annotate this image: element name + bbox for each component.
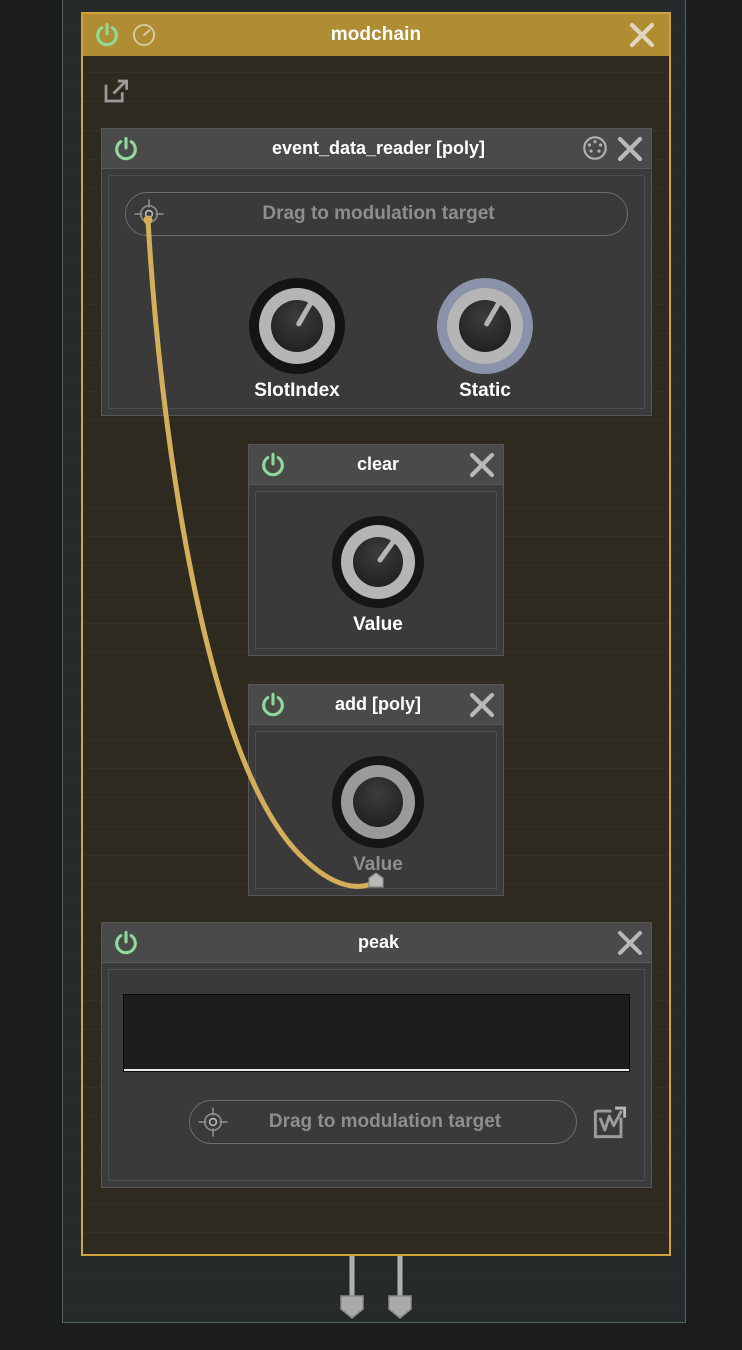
midi-din-icon[interactable] [581, 134, 611, 164]
module-body: Value [255, 731, 497, 889]
close-icon[interactable] [467, 450, 497, 480]
module-header: peak [102, 923, 651, 963]
knob-label: Value [353, 854, 403, 875]
module-header: event_data_reader [poly] [102, 129, 651, 169]
module-header: clear [249, 445, 503, 485]
module-header: add [poly] [249, 685, 503, 725]
module-title: peak [357, 932, 400, 952]
power-icon[interactable] [260, 452, 286, 478]
modulation-target-label: Drag to modulation target [262, 203, 495, 224]
peak-display[interactable] [123, 994, 630, 1072]
knob-dial-icon[interactable] [131, 22, 157, 48]
close-icon[interactable] [615, 928, 645, 958]
knob-label: Static [459, 380, 511, 401]
knob-label: SlotIndex [254, 380, 340, 401]
plugin-window: modchain event_data_reader [poly] Drag t… [0, 0, 742, 1350]
modulation-target-slot[interactable]: Drag to modulation target [189, 1100, 577, 1144]
power-icon[interactable] [260, 692, 286, 718]
external-link-icon[interactable] [101, 76, 131, 106]
knob-slotindex[interactable]: SlotIndex [222, 278, 372, 402]
knob-value[interactable]: Value [303, 516, 453, 636]
modulation-target-slot[interactable]: Drag to modulation target [125, 192, 628, 236]
modchain-header: modchain [83, 14, 669, 56]
module-add: add [poly] Value [248, 684, 504, 896]
power-icon[interactable] [113, 930, 139, 956]
module-body: Drag to modulation target [108, 969, 645, 1181]
knob-dial[interactable] [437, 278, 533, 374]
knob-value[interactable]: Value [303, 756, 453, 876]
waveform-expand-icon[interactable] [591, 1103, 629, 1141]
knob-static[interactable]: Static [410, 278, 560, 402]
module-title: add [poly] [335, 694, 421, 714]
module-body: Drag to modulation target SlotIndex Stat… [108, 175, 645, 409]
knob-dial[interactable] [332, 516, 424, 608]
close-icon[interactable] [615, 134, 645, 164]
power-icon[interactable] [94, 22, 120, 48]
modulation-target-label: Drag to modulation target [268, 1111, 502, 1132]
module-title: clear [356, 454, 400, 474]
crosshair-icon[interactable] [134, 199, 164, 229]
knob-label: Value [353, 614, 403, 635]
knob-dial[interactable] [249, 278, 345, 374]
module-peak: peak Drag to modulation target [101, 922, 652, 1188]
close-icon[interactable] [627, 20, 657, 50]
close-icon[interactable] [467, 690, 497, 720]
module-clear: clear Value [248, 444, 504, 656]
page-title: modchain [330, 24, 422, 45]
power-icon[interactable] [113, 136, 139, 162]
module-title: event_data_reader [poly] [271, 138, 486, 158]
module-event-data-reader: event_data_reader [poly] Drag to modulat… [101, 128, 652, 416]
knob-dial[interactable] [332, 756, 424, 848]
crosshair-icon[interactable] [198, 1107, 228, 1137]
module-body: Value [255, 491, 497, 649]
